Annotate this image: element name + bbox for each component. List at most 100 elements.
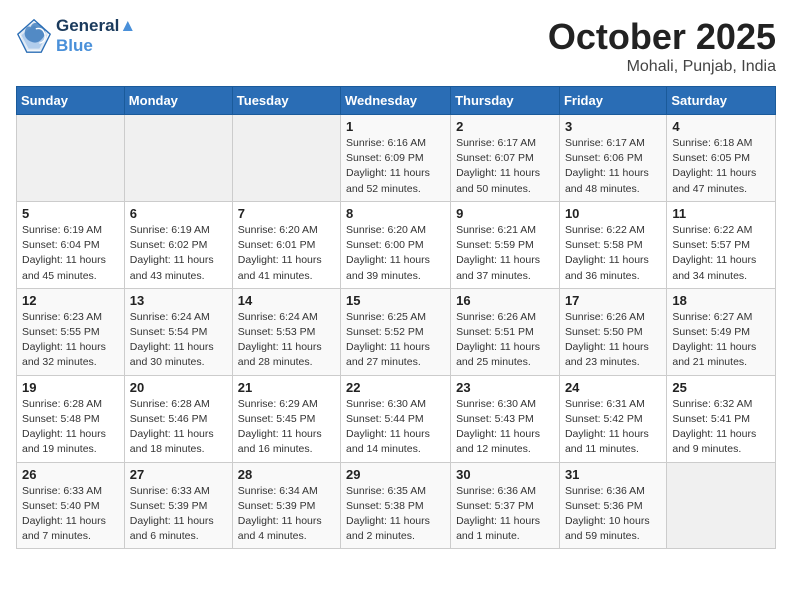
day-cell: 17Sunrise: 6:26 AM Sunset: 5:50 PM Dayli… (559, 288, 666, 375)
day-number: 18 (672, 293, 770, 308)
day-cell (124, 115, 232, 202)
week-row-4: 19 Sunrise: 6:28 AM Sunset: 5:48 PM Dayli… (17, 375, 776, 462)
day-info: Sunrise: 6:30 AM Sunset: 5:44 PM Dayligh… (346, 397, 445, 458)
day-info: Sunrise: 6:17 AM Sunset: 6:07 PM Dayligh… (456, 136, 554, 197)
day-number: 14 (238, 293, 335, 308)
day-cell (232, 115, 340, 202)
day-info: Sunrise: 6:19 AM Sunset: 6:02 PM Dayligh… (130, 223, 227, 284)
header-cell-monday: Monday (124, 87, 232, 115)
day-number: 7 (238, 206, 335, 221)
day-number: 20 (130, 380, 227, 395)
logo: General▲ Blue (16, 16, 136, 56)
day-number: 10 (565, 206, 661, 221)
day-cell: 19 Sunrise: 6:28 AM Sunset: 5:48 PM Dayli… (17, 375, 125, 462)
page-header: General▲ Blue October 2025 Mohali, Punja… (16, 16, 776, 76)
header-cell-thursday: Thursday (451, 87, 560, 115)
day-cell: 1 Sunrise: 6:16 AM Sunset: 6:09 PM Daylig… (341, 115, 451, 202)
calendar-body: 1 Sunrise: 6:16 AM Sunset: 6:09 PM Daylig… (17, 115, 776, 549)
day-cell: 20 Sunrise: 6:28 AM Sunset: 5:46 PM Dayli… (124, 375, 232, 462)
day-number: 25 (672, 380, 770, 395)
day-number: 24 (565, 380, 661, 395)
header-cell-saturday: Saturday (667, 87, 776, 115)
day-number: 3 (565, 119, 661, 134)
day-cell: 30Sunrise: 6:36 AM Sunset: 5:37 PM Dayli… (451, 462, 560, 549)
day-info: Sunrise: 6:28 AM Sunset: 5:48 PM Dayligh… (22, 397, 119, 458)
day-cell: 22Sunrise: 6:30 AM Sunset: 5:44 PM Dayli… (341, 375, 451, 462)
day-number: 4 (672, 119, 770, 134)
calendar-table: SundayMondayTuesdayWednesdayThursdayFrid… (16, 86, 776, 549)
month-title: October 2025 (548, 16, 776, 58)
day-number: 23 (456, 380, 554, 395)
day-number: 21 (238, 380, 335, 395)
day-number: 19 (22, 380, 119, 395)
day-info: Sunrise: 6:28 AM Sunset: 5:46 PM Dayligh… (130, 397, 227, 458)
day-cell: 25Sunrise: 6:32 AM Sunset: 5:41 PM Dayli… (667, 375, 776, 462)
day-cell: 15 Sunrise: 6:25 AM Sunset: 5:52 PM Dayli… (341, 288, 451, 375)
day-info: Sunrise: 6:19 AM Sunset: 6:04 PM Dayligh… (22, 223, 119, 284)
day-info: Sunrise: 6:30 AM Sunset: 5:43 PM Dayligh… (456, 397, 554, 458)
day-number: 6 (130, 206, 227, 221)
day-info: Sunrise: 6:21 AM Sunset: 5:59 PM Dayligh… (456, 223, 554, 284)
day-cell: 10 Sunrise: 6:22 AM Sunset: 5:58 PM Dayli… (559, 201, 666, 288)
day-info: Sunrise: 6:33 AM Sunset: 5:40 PM Dayligh… (22, 484, 119, 545)
day-number: 28 (238, 467, 335, 482)
day-cell: 27 Sunrise: 6:33 AM Sunset: 5:39 PM Dayli… (124, 462, 232, 549)
header-cell-tuesday: Tuesday (232, 87, 340, 115)
day-cell: 7 Sunrise: 6:20 AM Sunset: 6:01 PM Daylig… (232, 201, 340, 288)
day-info: Sunrise: 6:36 AM Sunset: 5:36 PM Dayligh… (565, 484, 661, 545)
day-cell: 12 Sunrise: 6:23 AM Sunset: 5:55 PM Dayli… (17, 288, 125, 375)
day-cell: 24 Sunrise: 6:31 AM Sunset: 5:42 PM Dayli… (559, 375, 666, 462)
day-cell: 5 Sunrise: 6:19 AM Sunset: 6:04 PM Daylig… (17, 201, 125, 288)
logo-icon (16, 18, 52, 54)
day-cell: 26 Sunrise: 6:33 AM Sunset: 5:40 PM Dayli… (17, 462, 125, 549)
day-info: Sunrise: 6:24 AM Sunset: 5:54 PM Dayligh… (130, 310, 227, 371)
day-number: 15 (346, 293, 445, 308)
week-row-2: 5 Sunrise: 6:19 AM Sunset: 6:04 PM Daylig… (17, 201, 776, 288)
day-info: Sunrise: 6:35 AM Sunset: 5:38 PM Dayligh… (346, 484, 445, 545)
day-cell: 6 Sunrise: 6:19 AM Sunset: 6:02 PM Daylig… (124, 201, 232, 288)
day-number: 29 (346, 467, 445, 482)
day-number: 17 (565, 293, 661, 308)
day-number: 26 (22, 467, 119, 482)
header-cell-wednesday: Wednesday (341, 87, 451, 115)
day-cell (17, 115, 125, 202)
day-info: Sunrise: 6:22 AM Sunset: 5:57 PM Dayligh… (672, 223, 770, 284)
day-info: Sunrise: 6:22 AM Sunset: 5:58 PM Dayligh… (565, 223, 661, 284)
day-info: Sunrise: 6:27 AM Sunset: 5:49 PM Dayligh… (672, 310, 770, 371)
calendar-header: SundayMondayTuesdayWednesdayThursdayFrid… (17, 87, 776, 115)
day-number: 1 (346, 119, 445, 134)
day-number: 27 (130, 467, 227, 482)
day-info: Sunrise: 6:16 AM Sunset: 6:09 PM Dayligh… (346, 136, 445, 197)
day-number: 30 (456, 467, 554, 482)
title-block: October 2025 Mohali, Punjab, India (548, 16, 776, 76)
day-number: 2 (456, 119, 554, 134)
day-info: Sunrise: 6:33 AM Sunset: 5:39 PM Dayligh… (130, 484, 227, 545)
day-info: Sunrise: 6:20 AM Sunset: 6:01 PM Dayligh… (238, 223, 335, 284)
day-number: 13 (130, 293, 227, 308)
header-cell-friday: Friday (559, 87, 666, 115)
day-cell: 14 Sunrise: 6:24 AM Sunset: 5:53 PM Dayli… (232, 288, 340, 375)
day-info: Sunrise: 6:20 AM Sunset: 6:00 PM Dayligh… (346, 223, 445, 284)
day-info: Sunrise: 6:26 AM Sunset: 5:51 PM Dayligh… (456, 310, 554, 371)
day-cell: 4Sunrise: 6:18 AM Sunset: 6:05 PM Daylig… (667, 115, 776, 202)
day-number: 5 (22, 206, 119, 221)
day-cell: 9Sunrise: 6:21 AM Sunset: 5:59 PM Daylig… (451, 201, 560, 288)
day-info: Sunrise: 6:24 AM Sunset: 5:53 PM Dayligh… (238, 310, 335, 371)
day-cell: 18 Sunrise: 6:27 AM Sunset: 5:49 PM Dayli… (667, 288, 776, 375)
day-cell: 8Sunrise: 6:20 AM Sunset: 6:00 PM Daylig… (341, 201, 451, 288)
day-cell: 3Sunrise: 6:17 AM Sunset: 6:06 PM Daylig… (559, 115, 666, 202)
day-info: Sunrise: 6:25 AM Sunset: 5:52 PM Dayligh… (346, 310, 445, 371)
day-info: Sunrise: 6:31 AM Sunset: 5:42 PM Dayligh… (565, 397, 661, 458)
location-title: Mohali, Punjab, India (548, 58, 776, 76)
day-info: Sunrise: 6:29 AM Sunset: 5:45 PM Dayligh… (238, 397, 335, 458)
week-row-5: 26 Sunrise: 6:33 AM Sunset: 5:40 PM Dayli… (17, 462, 776, 549)
logo-text: General▲ Blue (56, 16, 136, 56)
day-cell: 21 Sunrise: 6:29 AM Sunset: 5:45 PM Dayli… (232, 375, 340, 462)
day-info: Sunrise: 6:34 AM Sunset: 5:39 PM Dayligh… (238, 484, 335, 545)
day-cell: 29 Sunrise: 6:35 AM Sunset: 5:38 PM Dayli… (341, 462, 451, 549)
day-number: 16 (456, 293, 554, 308)
day-cell: 13 Sunrise: 6:24 AM Sunset: 5:54 PM Dayli… (124, 288, 232, 375)
day-cell: 31Sunrise: 6:36 AM Sunset: 5:36 PM Dayli… (559, 462, 666, 549)
day-info: Sunrise: 6:23 AM Sunset: 5:55 PM Dayligh… (22, 310, 119, 371)
day-number: 12 (22, 293, 119, 308)
